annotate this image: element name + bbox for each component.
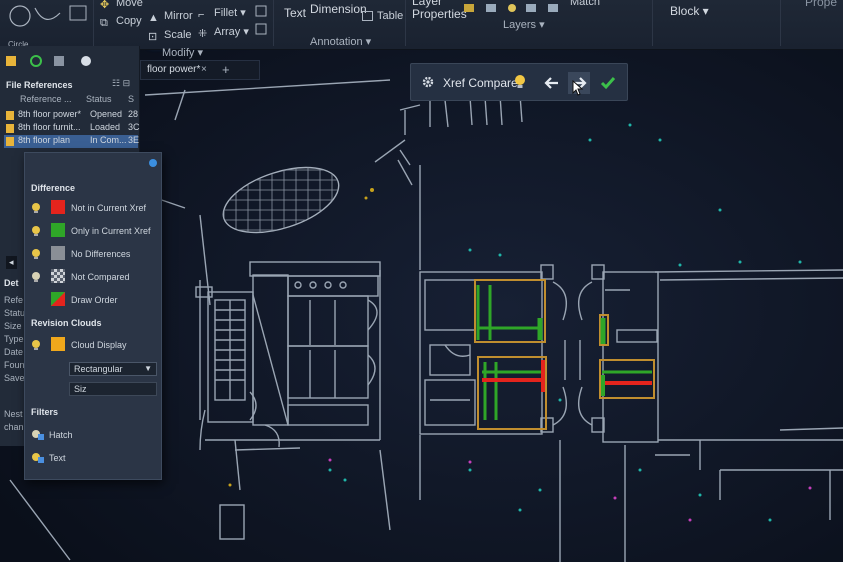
col-status[interactable]: Status — [86, 94, 112, 104]
details-title: Det — [4, 278, 19, 288]
fillet-tool[interactable]: ⌐ Fillet ▾ — [198, 6, 246, 21]
file-icon — [6, 137, 14, 146]
cloud-shape-dropdown[interactable]: Rectangular ▼ — [69, 362, 157, 376]
modify-group-label[interactable]: Modify ▾ — [162, 46, 203, 59]
gear-icon[interactable] — [421, 75, 435, 94]
hatch-filter-icon[interactable] — [31, 429, 45, 443]
move-tool[interactable]: ✥ Move — [100, 0, 143, 11]
details-fields: Refe Statu Size Type Date Foun Save — [4, 295, 26, 383]
filter-text[interactable]: Text — [29, 449, 159, 467]
difference-section-title: Difference — [31, 183, 76, 193]
bulb-off-icon[interactable] — [31, 271, 41, 285]
filters-section-title: Filters — [31, 407, 59, 417]
cloud-display-toggle[interactable]: Cloud Display — [29, 336, 159, 354]
difference-not-in-current-xref[interactable]: Not in Current Xref — [29, 199, 159, 217]
modify-extra-icons[interactable] — [252, 2, 272, 42]
color-swatch-green[interactable] — [51, 223, 65, 237]
collapse-icon[interactable]: ◂ — [6, 256, 17, 269]
mirror-tool[interactable]: ▲ Mirror — [148, 10, 193, 24]
bulb-icon[interactable] — [31, 339, 41, 353]
text-tool[interactable]: Text — [284, 6, 306, 20]
palette-toolbar-icons[interactable] — [6, 52, 106, 70]
xref-row[interactable]: 8th floor power* Opened 28 — [4, 109, 138, 122]
document-tab[interactable]: floor power* × — [140, 60, 260, 80]
new-tab-icon[interactable]: + — [222, 62, 230, 77]
block-group-label[interactable]: Block ▾ — [670, 4, 709, 18]
cloud-size-input[interactable]: Siz — [69, 382, 157, 396]
fillet-icon: ⌐ — [198, 9, 205, 21]
table-tool[interactable]: Table — [362, 10, 403, 22]
col-reference[interactable]: Reference ... — [20, 94, 72, 104]
file-icon — [6, 124, 14, 133]
color-swatch-red[interactable] — [51, 200, 65, 214]
attach-icon — [6, 56, 16, 66]
details-footer: Nest chan — [4, 409, 24, 432]
chevron-down-icon: ▼ — [144, 364, 152, 373]
annotation-group-label[interactable]: Annotation ▾ — [310, 35, 371, 48]
text-filter-icon[interactable] — [31, 452, 45, 466]
file-references-header: Reference ... Status S — [4, 94, 136, 106]
help-icon — [81, 56, 91, 66]
mirror-icon: ▲ — [148, 12, 159, 24]
boundary-icon[interactable] — [64, 4, 94, 34]
xref-row[interactable]: 8th floor furnit... Loaded 3C — [4, 122, 140, 135]
difference-only-in-current-xref[interactable]: Only in Current Xref — [29, 222, 159, 240]
revision-clouds-section-title: Revision Clouds — [31, 318, 102, 328]
pin-icon[interactable] — [147, 156, 159, 174]
color-swatch-gray[interactable] — [51, 246, 65, 260]
array-tool[interactable]: ⁜ Array ▾ — [198, 25, 249, 40]
check-icon[interactable] — [597, 72, 619, 94]
draw-order-icon[interactable] — [51, 292, 65, 306]
ribbon: Circle ✥ Move ⧉ Copy ▲ Mirror ⊡ Scale ⌐ Fille… — [0, 0, 843, 59]
difference-draw-order[interactable]: Draw Order — [29, 291, 159, 309]
refresh-icon — [30, 55, 42, 67]
mouse-cursor-icon — [572, 80, 584, 96]
change-path-icon — [54, 56, 64, 66]
bulb-icon[interactable] — [514, 74, 526, 95]
list-view-icon[interactable]: ☷ ⊟ — [112, 78, 130, 89]
layer-tools-icons[interactable] — [462, 0, 562, 20]
layers-group-label[interactable]: Layers ▾ — [503, 18, 545, 31]
layer-properties-button[interactable]: Properties — [412, 7, 467, 21]
color-swatch-orange[interactable] — [51, 337, 65, 351]
xref-row-selected[interactable]: 8th floor plan In Com... 3E — [4, 135, 139, 148]
xref-compare-title: Xref Compare — [443, 76, 518, 90]
array-icon: ⁜ — [198, 28, 208, 40]
scale-tool[interactable]: ⊡ Scale — [148, 29, 192, 43]
xref-compare-toolbar: Xref Compare — [410, 63, 628, 101]
match-properties-label[interactable]: Match — [570, 0, 600, 8]
table-icon — [362, 11, 373, 21]
difference-not-compared[interactable]: Not Compared — [29, 268, 159, 286]
difference-no-differences[interactable]: No Differences — [29, 245, 159, 263]
previous-change-button[interactable] — [541, 72, 563, 94]
xref-compare-settings-panel: Difference Not in Current Xref Only in C… — [24, 152, 162, 480]
scale-icon: ⊡ — [148, 31, 158, 43]
bulb-icon[interactable] — [31, 225, 41, 239]
properties-group-label[interactable]: Prope — [805, 0, 837, 9]
color-swatch-checker[interactable] — [51, 269, 65, 283]
bulb-icon[interactable] — [31, 248, 41, 262]
dimension-tool[interactable]: Dimension — [310, 2, 367, 16]
copy-tool[interactable]: ⧉ Copy — [100, 15, 142, 29]
document-tab-label[interactable]: floor power* — [147, 64, 200, 75]
close-tab-icon[interactable]: × — [201, 64, 207, 75]
col-size[interactable]: S — [128, 94, 134, 104]
file-references-title: File References — [6, 80, 73, 90]
filter-hatch[interactable]: Hatch — [29, 426, 159, 444]
file-icon — [6, 111, 14, 120]
copy-icon: ⧉ — [100, 17, 108, 29]
move-icon: ✥ — [100, 0, 110, 11]
bulb-icon[interactable] — [31, 202, 41, 216]
